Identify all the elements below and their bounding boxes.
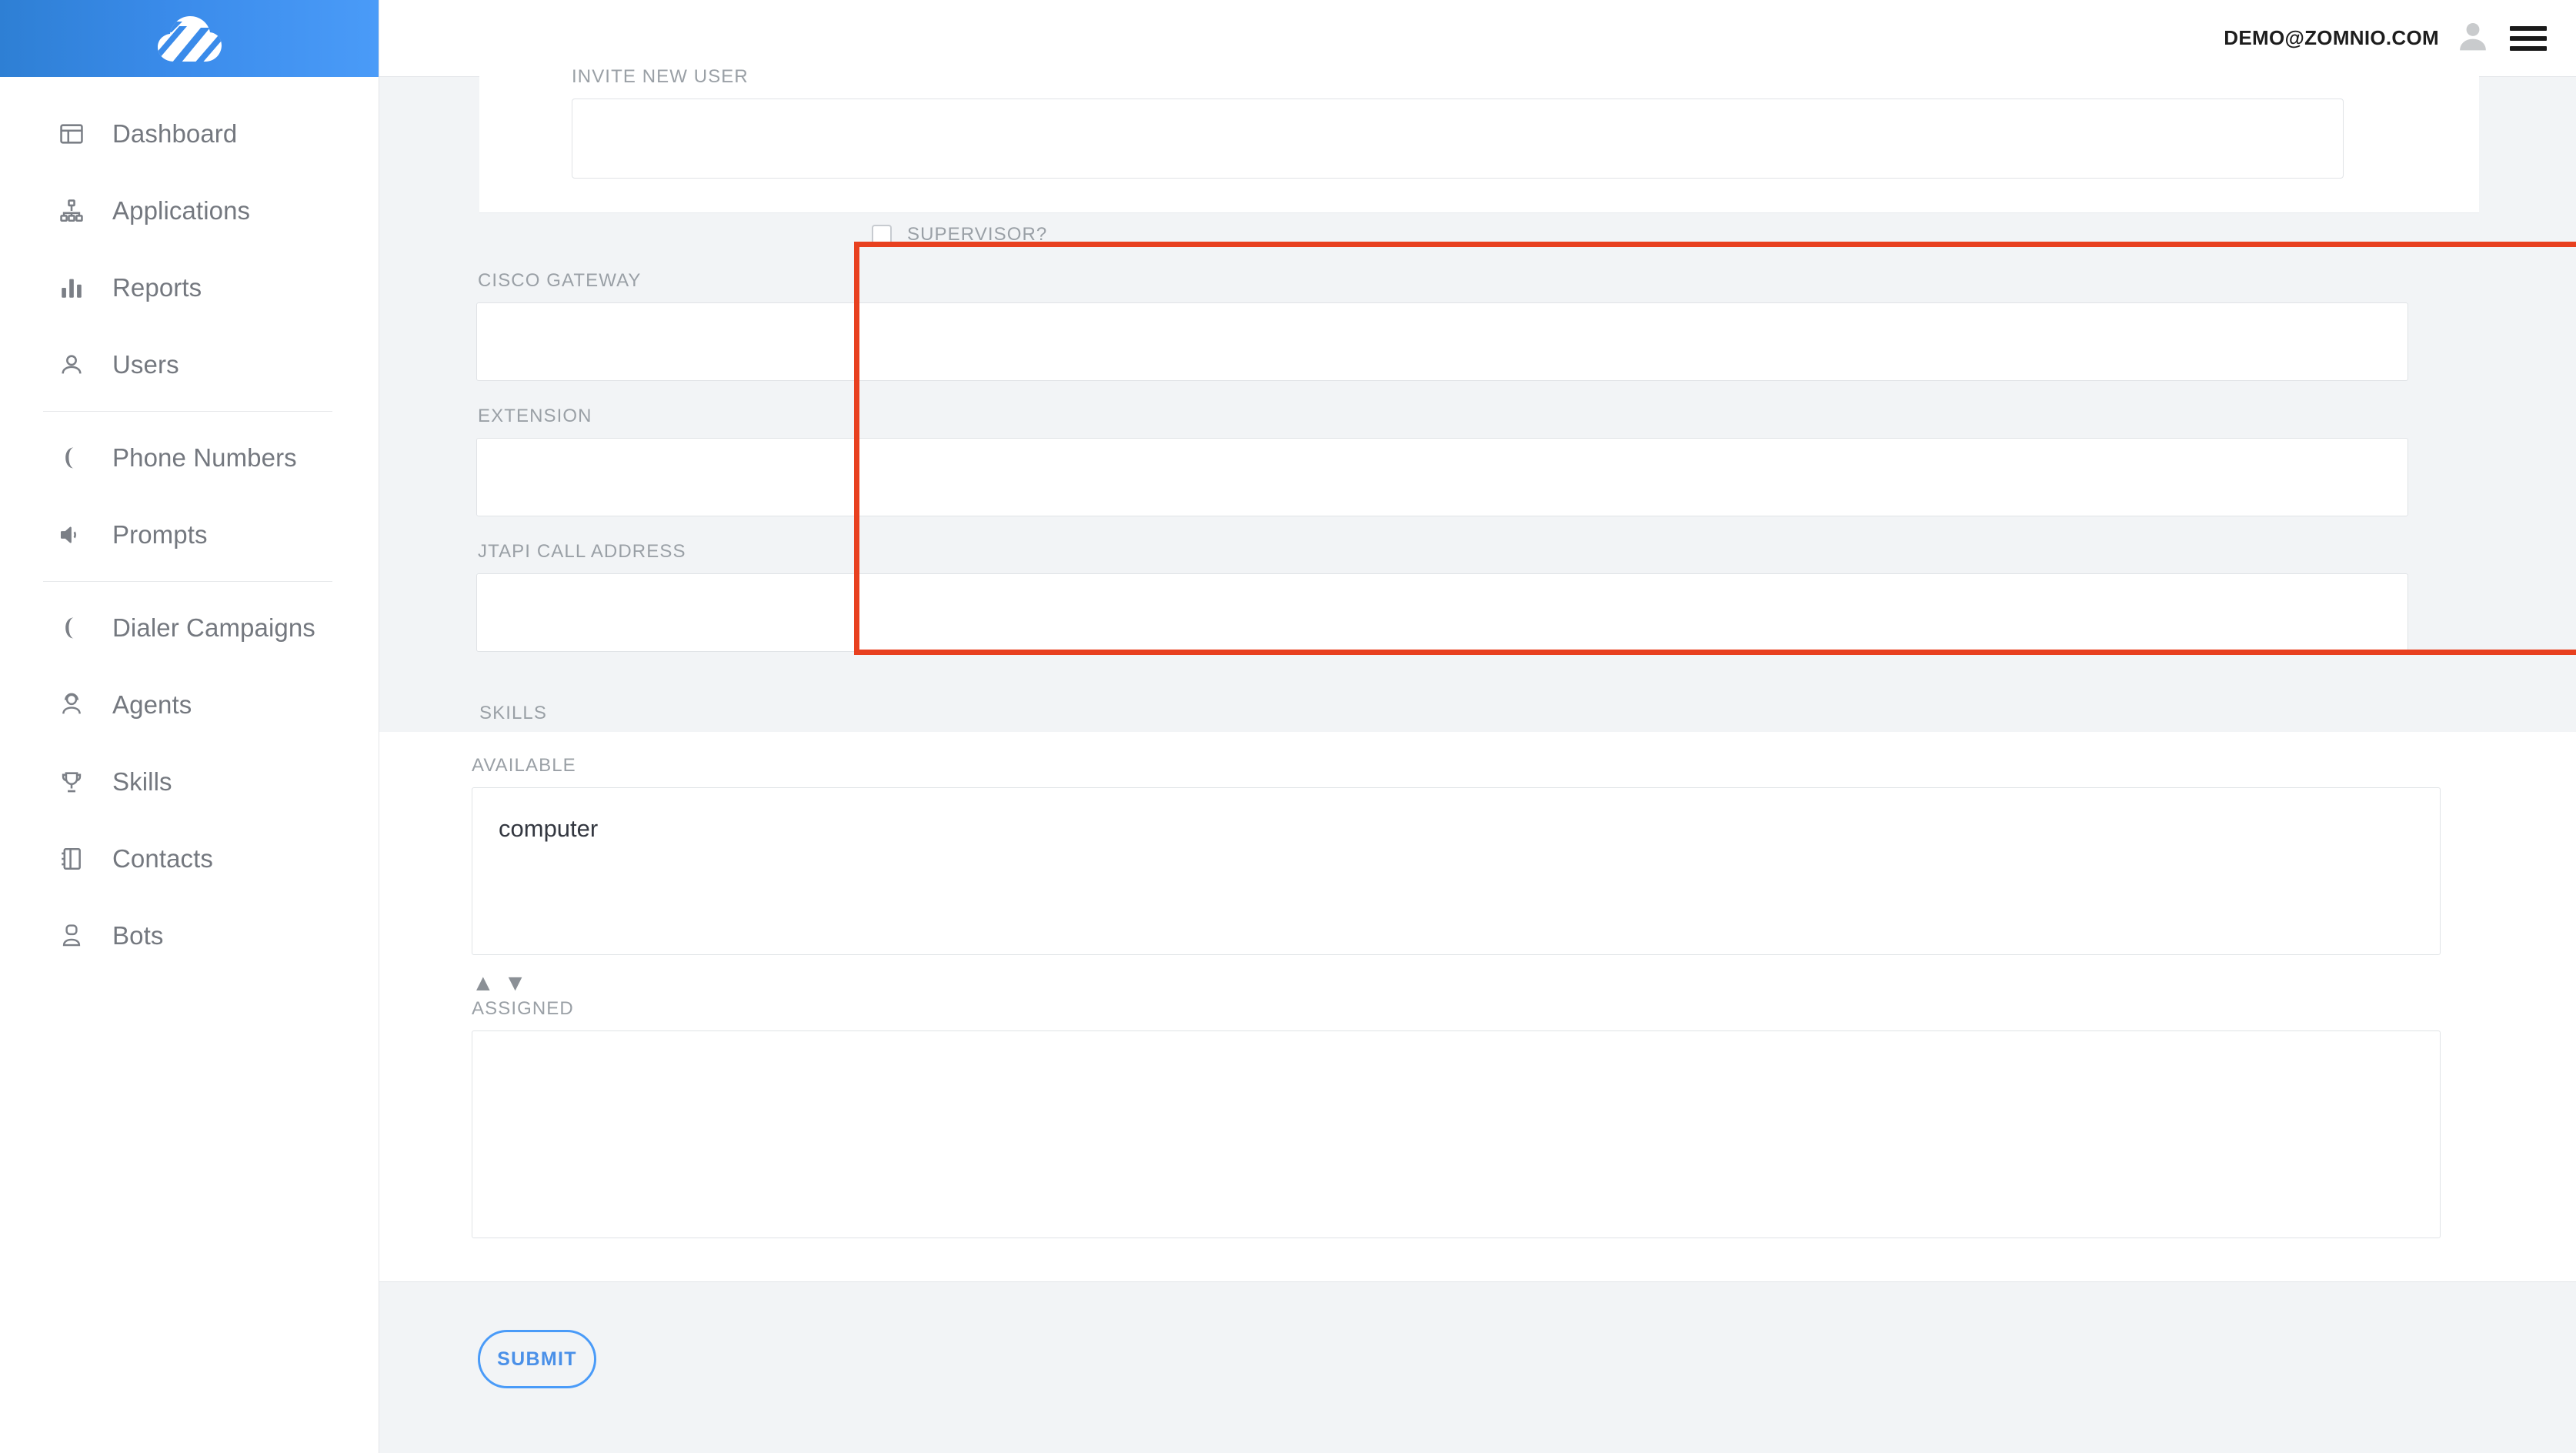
submit-button[interactable]: SUBMIT <box>478 1330 596 1388</box>
sidebar-item-label: Phone Numbers <box>112 443 297 472</box>
main-area: DEMO@ZOMNIO.COM INVITE NEW USER SUPERVIS… <box>379 0 2576 1453</box>
cisco-gateway-section: CISCO GATEWAY EXTENSION JTAPI CALL ADDRE… <box>379 256 2576 690</box>
sidebar-item-label: Agents <box>112 690 192 719</box>
phone-icon <box>58 445 95 471</box>
supervisor-row: SUPERVISOR? <box>379 213 2576 256</box>
sidebar-divider <box>43 411 332 412</box>
jtapi-call-address-input[interactable] <box>476 573 2408 652</box>
extension-input[interactable] <box>476 438 2408 516</box>
skills-section: SKILLS <box>379 690 2576 732</box>
jtapi-call-address-label: JTAPI CALL ADDRESS <box>478 541 686 562</box>
invite-new-user-input[interactable] <box>572 99 2344 179</box>
sidebar: Dashboard Applications Reports Users Pho… <box>0 0 379 1453</box>
trophy-icon <box>58 769 95 795</box>
sidebar-item-label: Applications <box>112 196 251 225</box>
supervisor-checkbox[interactable] <box>872 225 892 245</box>
sidebar-item-label: Contacts <box>112 844 214 873</box>
extension-field: EXTENSION <box>476 406 2408 516</box>
sidebar-item-dialer-campaigns[interactable]: Dialer Campaigns <box>0 590 379 666</box>
sidebar-item-agents[interactable]: Agents <box>0 666 379 743</box>
invite-new-user-label: INVITE NEW USER <box>572 66 749 87</box>
cisco-gateway-field: CISCO GATEWAY <box>476 270 2408 381</box>
sidebar-item-label: Prompts <box>112 520 208 549</box>
skills-card: AVAILABLE computer ▲ ▼ ASSIGNED <box>379 732 2576 1282</box>
speaker-icon <box>58 522 95 548</box>
sidebar-item-phone-numbers[interactable]: Phone Numbers <box>0 419 379 496</box>
move-down-arrow-icon[interactable]: ▼ <box>504 972 527 995</box>
sidebar-item-label: Dashboard <box>112 119 238 148</box>
address-book-icon <box>58 846 95 872</box>
jtapi-call-address-field: JTAPI CALL ADDRESS <box>476 541 2408 652</box>
sidebar-nav: Dashboard Applications Reports Users Pho… <box>0 77 379 974</box>
sidebar-item-label: Dialer Campaigns <box>112 613 315 642</box>
page-content: INVITE NEW USER SUPERVISOR? CISCO GATEWA… <box>379 66 2576 1388</box>
available-skills-listbox[interactable]: computer <box>472 787 2441 955</box>
sidebar-item-prompts[interactable]: Prompts <box>0 496 379 573</box>
sidebar-item-contacts[interactable]: Contacts <box>0 820 379 897</box>
phone-icon <box>58 615 95 641</box>
sidebar-item-label: Users <box>112 350 179 379</box>
submit-area: SUBMIT <box>379 1282 2576 1388</box>
user-avatar-icon[interactable] <box>2456 19 2490 57</box>
move-up-arrow-icon[interactable]: ▲ <box>472 972 495 995</box>
list-item[interactable]: computer <box>499 814 2440 843</box>
user-email-label: DEMO@ZOMNIO.COM <box>2224 26 2439 49</box>
sidebar-item-skills[interactable]: Skills <box>0 743 379 820</box>
sidebar-logo-header[interactable] <box>0 0 379 77</box>
cloud-logo-icon <box>156 14 222 63</box>
sidebar-item-applications[interactable]: Applications <box>0 172 379 249</box>
bot-icon <box>58 923 95 949</box>
sidebar-item-label: Skills <box>112 767 172 796</box>
supervisor-label: SUPERVISOR? <box>907 224 1048 245</box>
sidebar-item-dashboard[interactable]: Dashboard <box>0 95 379 172</box>
available-label: AVAILABLE <box>472 755 576 776</box>
sidebar-item-label: Bots <box>112 921 164 950</box>
user-icon <box>58 352 95 378</box>
hamburger-menu-icon[interactable] <box>2510 25 2547 51</box>
sidebar-divider <box>43 581 332 582</box>
invite-new-user-card: INVITE NEW USER <box>479 66 2479 213</box>
agent-headset-icon <box>58 692 95 718</box>
sitemap-icon <box>58 198 95 224</box>
topbar: DEMO@ZOMNIO.COM <box>379 0 2576 77</box>
app-root: Dashboard Applications Reports Users Pho… <box>0 0 2576 1453</box>
extension-label: EXTENSION <box>478 406 592 426</box>
cisco-gateway-input[interactable] <box>476 302 2408 381</box>
sidebar-item-users[interactable]: Users <box>0 326 379 403</box>
assigned-skills-listbox[interactable] <box>472 1030 2441 1238</box>
bar-chart-icon <box>58 275 95 301</box>
sidebar-item-bots[interactable]: Bots <box>0 897 379 974</box>
sidebar-item-label: Reports <box>112 273 202 302</box>
skills-label: SKILLS <box>479 703 547 723</box>
skill-transfer-arrows: ▲ ▼ <box>472 972 2441 995</box>
assigned-label: ASSIGNED <box>472 998 574 1019</box>
dashboard-icon <box>58 121 95 147</box>
cisco-gateway-label: CISCO GATEWAY <box>478 270 642 291</box>
sidebar-item-reports[interactable]: Reports <box>0 249 379 326</box>
